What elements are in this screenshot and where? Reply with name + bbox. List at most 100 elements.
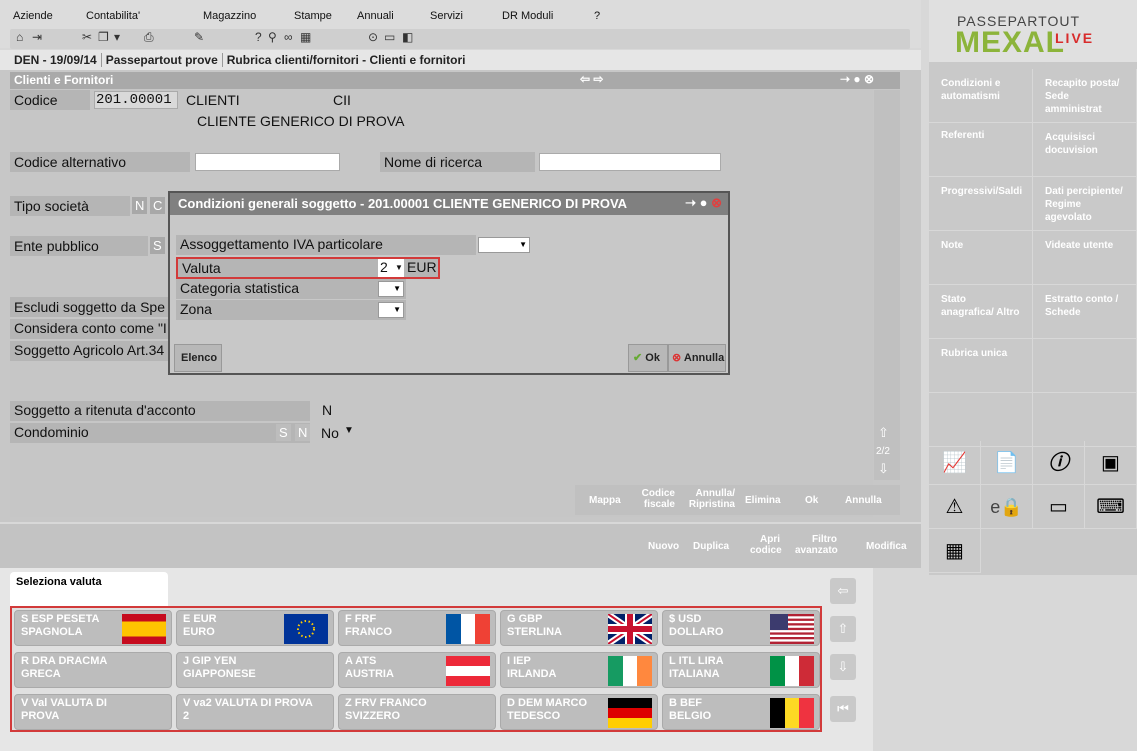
panel-icon[interactable]: ◧	[402, 30, 413, 44]
ok-form-button[interactable]: Ok	[805, 495, 818, 506]
cut-icon[interactable]: ✂	[82, 30, 92, 44]
chevron-down-icon[interactable]: ▼	[344, 425, 354, 436]
currency-button-val[interactable]: V Val VALUTA DI PROVA	[14, 694, 172, 730]
modifica-button[interactable]: Modifica	[866, 541, 907, 552]
stato-anagrafica-button[interactable]: Stato anagrafica/ Altro	[929, 285, 1033, 339]
currency-button-frv[interactable]: Z FRV FRANCO SVIZZERO	[338, 694, 496, 730]
screen-icon[interactable]: ▣	[1085, 441, 1137, 485]
currency-button-esp[interactable]: S ESP PESETA SPAGNOLA	[14, 610, 172, 646]
menu-aziende[interactable]: Aziende	[13, 10, 53, 22]
home-icon[interactable]: ⌂	[16, 30, 23, 44]
currency-button-dem[interactable]: D DEM MARCO TEDESCO	[500, 694, 658, 730]
dialog-annulla-button[interactable]: ⊗ Annulla	[668, 344, 726, 372]
menu-contabilita[interactable]: Contabilita'	[86, 10, 140, 22]
zona-select[interactable]: ▼	[378, 302, 404, 318]
page-up-icon[interactable]: ⇧	[830, 616, 856, 642]
currency-button-dra[interactable]: R DRA DRACMA GRECA	[14, 652, 172, 688]
ok-label: Ok	[645, 352, 660, 364]
categoria-select[interactable]: ▼	[378, 281, 404, 297]
mappa-button[interactable]: Mappa	[589, 495, 621, 506]
currency-button-iep[interactable]: I IEP IRLANDA	[500, 652, 658, 688]
condominio-value[interactable]: No	[321, 425, 339, 441]
back-arrow-icon[interactable]: ⇦	[830, 578, 856, 604]
calculator-icon[interactable]: ▦	[300, 30, 311, 44]
currency-button-bef[interactable]: B BEF BELGIO	[662, 694, 820, 730]
currency-button-usd[interactable]: $ USD DOLLARO	[662, 610, 820, 646]
menu-stampe[interactable]: Stampe	[294, 10, 332, 22]
ep-lock-icon[interactable]: e🔒	[981, 485, 1033, 529]
grid-icon[interactable]: ▦	[929, 529, 981, 573]
page-down-icon[interactable]: ⇩	[830, 654, 856, 680]
document-search-icon[interactable]: 📄	[981, 441, 1033, 485]
currency-button-frf[interactable]: F FRF FRANCO	[338, 610, 496, 646]
exit-icon[interactable]: ⇥	[32, 30, 42, 44]
link-icon[interactable]: ∞	[284, 30, 293, 44]
dati-percipiente-button[interactable]: Dati percipiente/ Regime agevolato	[1033, 177, 1137, 231]
close-icon: ⊗	[672, 352, 682, 364]
codice-fiscale-button[interactable]: Codice fiscale	[635, 488, 675, 510]
estratto-conto-button[interactable]: Estratto conto / Schede	[1033, 285, 1137, 339]
acquisisci-docuvision-button[interactable]: Acquisisci docuvision	[1033, 123, 1137, 177]
currency-button-itl[interactable]: L ITL LIRA ITALIANA	[662, 652, 820, 688]
currency-button-eur[interactable]: E EUR EURO	[176, 610, 334, 646]
nav-arrows-icon[interactable]: ⇦ ⇨	[580, 72, 603, 86]
target-icon[interactable]: ⊙	[368, 30, 378, 44]
search-icon[interactable]: ⚲	[268, 30, 277, 44]
page-down-icon[interactable]: ⇩	[878, 461, 889, 477]
note-button[interactable]: Note	[929, 231, 1033, 285]
nuovo-button[interactable]: Nuovo	[648, 541, 679, 552]
elenco-button[interactable]: Elenco	[174, 344, 222, 372]
monitor-icon[interactable]: ▭	[384, 30, 395, 44]
currency-button-ats[interactable]: A ATS AUSTRIA	[338, 652, 496, 688]
help-icon[interactable]: ?	[255, 30, 262, 44]
cond-seg-s[interactable]: S	[276, 424, 291, 441]
vertical-scrollbar[interactable]: ⇧ 2/2 ⇩	[874, 90, 900, 480]
first-page-icon[interactable]: ⏮	[830, 696, 856, 722]
menu-help[interactable]: ?	[594, 10, 600, 22]
recapito-posta-button[interactable]: Recapito posta/ Sede amministrat	[1033, 69, 1137, 123]
progressivi-saldi-button[interactable]: Progressivi/Saldi	[929, 177, 1033, 231]
rubrica-unica-button[interactable]: Rubrica unica	[929, 339, 1033, 393]
tipo-seg-c[interactable]: C	[150, 197, 166, 214]
paste-icon[interactable]: ▾	[114, 30, 120, 44]
referenti-button[interactable]: Referenti	[929, 123, 1033, 177]
keyboard-icon[interactable]: ⌨	[1085, 485, 1137, 529]
menu-servizi[interactable]: Servizi	[430, 10, 463, 22]
annulla-ripristina-button[interactable]: Annulla/ Ripristina	[683, 488, 735, 510]
apri-codice-button[interactable]: Apri codice	[750, 534, 782, 556]
dialog-title-bar: Condizioni generali soggetto - 201.00001…	[170, 193, 728, 215]
ritenuta-value[interactable]: N	[322, 402, 332, 418]
action-bar-list: Nuovo Duplica Apri codice Filtro avanzat…	[0, 524, 921, 568]
sign-icon[interactable]: ▭	[1033, 485, 1085, 529]
filtro-avanzato-button[interactable]: Filtro avanzato	[795, 534, 838, 556]
dialog-controls-icon[interactable]: ➝ ● ⊗	[685, 195, 722, 211]
nome-ricerca-input[interactable]	[539, 153, 721, 171]
ente-seg-s[interactable]: S	[150, 237, 165, 254]
menu-annuali[interactable]: Annuali	[357, 10, 394, 22]
currency-button-gbp[interactable]: G GBP STERLINA	[500, 610, 658, 646]
print-icon[interactable]: ⎙	[144, 30, 154, 45]
currency-button-va2[interactable]: V va2 VALUTA DI PROVA 2	[176, 694, 334, 730]
duplica-button[interactable]: Duplica	[693, 541, 729, 552]
warning-chart-icon[interactable]: ⚠	[929, 485, 981, 529]
iva-select[interactable]: ▼	[478, 237, 530, 253]
copy-icon[interactable]: ❐	[98, 30, 109, 44]
currency-name: GIAPPONESE	[183, 668, 256, 680]
elimina-button[interactable]: Elimina	[745, 495, 781, 506]
condizioni-automatismi-button[interactable]: Condizioni e automatismi	[929, 69, 1033, 123]
info-icon[interactable]: ⓘ	[1033, 441, 1085, 485]
codice-alt-input[interactable]	[195, 153, 340, 171]
annulla-form-button[interactable]: Annulla	[845, 495, 882, 506]
chart-icon[interactable]: 📈	[929, 441, 981, 485]
dialog-ok-button[interactable]: ✔ Ok	[628, 344, 668, 372]
chevron-down-icon[interactable]: ▼	[395, 263, 403, 272]
page-up-icon[interactable]: ⇧	[878, 425, 889, 441]
cond-seg-n[interactable]: N	[295, 424, 311, 441]
tipo-seg-n[interactable]: N	[132, 197, 148, 214]
tool-icon[interactable]: ✎	[194, 30, 204, 44]
menu-magazzino[interactable]: Magazzino	[203, 10, 256, 22]
videate-utente-button[interactable]: Videate utente	[1033, 231, 1137, 285]
menu-dr-moduli[interactable]: DR Moduli	[502, 10, 553, 22]
window-controls-icon[interactable]: ➝ ● ⊗	[840, 72, 874, 86]
currency-button-jpy[interactable]: J GIP YEN GIAPPONESE	[176, 652, 334, 688]
